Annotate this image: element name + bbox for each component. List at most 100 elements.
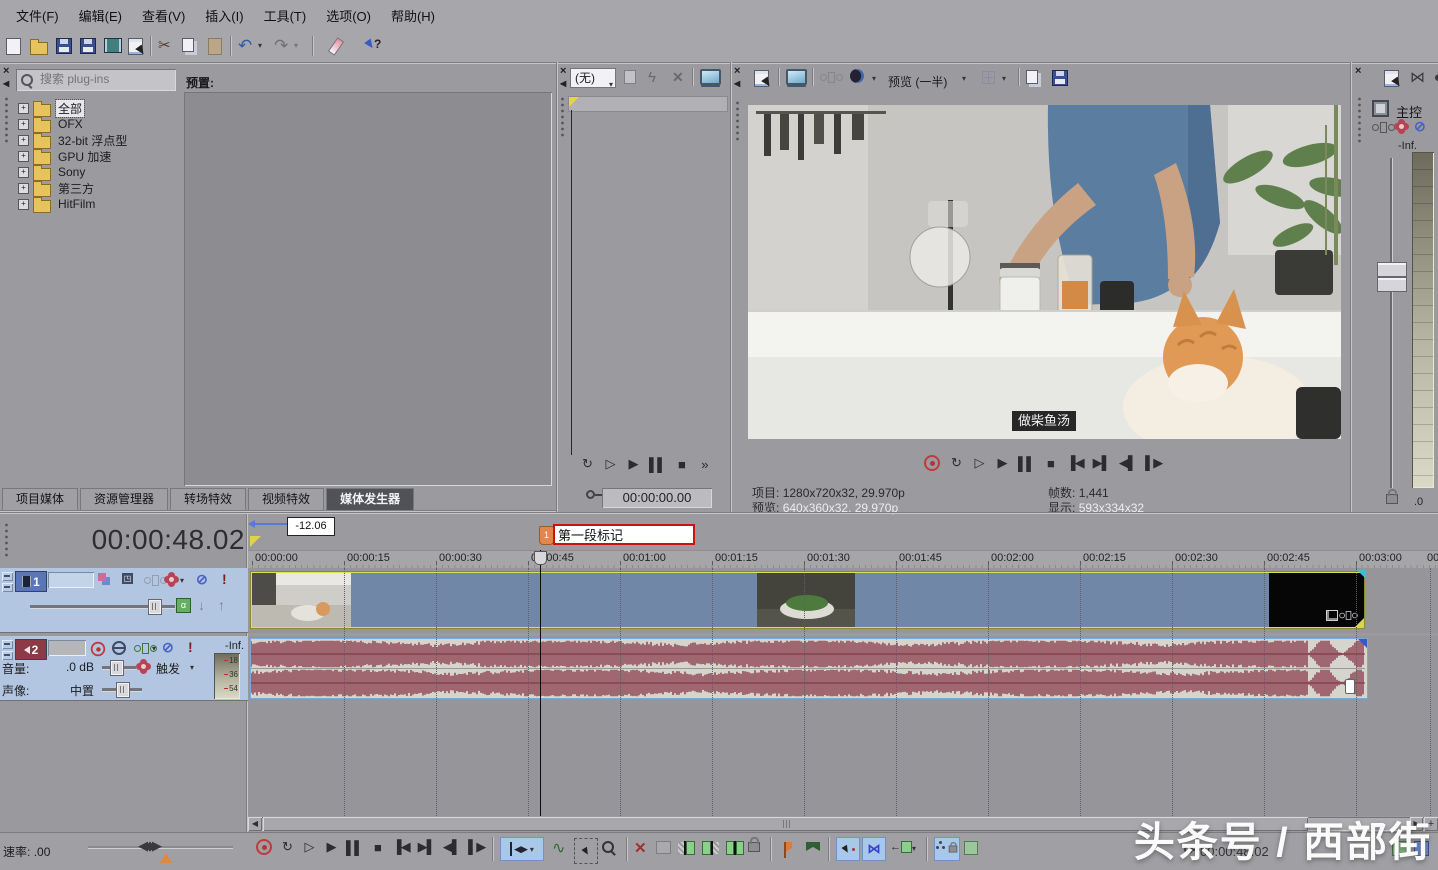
- insert-region-icon[interactable]: [806, 842, 820, 851]
- trim-end-icon[interactable]: [702, 841, 719, 855]
- record-button[interactable]: [256, 839, 272, 855]
- render-as-icon[interactable]: [104, 38, 122, 53]
- menu-item-1[interactable]: 编辑(E): [69, 3, 132, 28]
- tree-item-0[interactable]: +全部: [18, 100, 84, 116]
- insert-marker-icon[interactable]: [784, 842, 792, 853]
- automation-mode-label[interactable]: 触发: [156, 660, 180, 677]
- play-from-start-button[interactable]: ▷: [972, 455, 986, 471]
- external-monitor-icon[interactable]: [786, 69, 807, 85]
- play-from-start-button[interactable]: ▷: [302, 839, 316, 855]
- go-to-end-button[interactable]: ▶▌: [1093, 455, 1110, 471]
- grid-overlay-icon[interactable]: [982, 71, 995, 84]
- chevron-down-icon[interactable]: ▾: [962, 75, 966, 83]
- video-track-header[interactable]: 1 ◳ ▾ ⊘ ! α ↓ ↑: [0, 568, 248, 633]
- previous-frame-button[interactable]: ◀▌: [1119, 455, 1136, 471]
- automation-settings-icon[interactable]: [166, 574, 177, 585]
- tab-媒体发生器[interactable]: 媒体发生器: [326, 488, 414, 510]
- track-fx-icon[interactable]: [144, 575, 167, 586]
- chevron-down-icon[interactable]: ▾: [872, 75, 876, 83]
- redo-dropdown-icon[interactable]: ▾: [294, 42, 298, 50]
- fx-cursor-timecode[interactable]: 00:00:00.00: [602, 488, 712, 508]
- close-icon[interactable]: ×: [734, 66, 740, 77]
- split-event-icon[interactable]: [726, 841, 744, 855]
- restore-track-icon[interactable]: [2, 583, 13, 592]
- open-icon[interactable]: [30, 38, 48, 55]
- chevron-down-icon[interactable]: ▾: [1002, 75, 1006, 83]
- loop-button[interactable]: ↻: [280, 839, 294, 855]
- master-fader-handle[interactable]: [1377, 262, 1407, 277]
- stop-button[interactable]: ■: [1043, 456, 1057, 471]
- lock-fader-icon[interactable]: [1386, 494, 1398, 504]
- pan-value[interactable]: 中置: [36, 682, 94, 699]
- tree-item-3[interactable]: +GPU 加速: [18, 148, 113, 164]
- insert-bus-icon[interactable]: ⋈: [1410, 70, 1425, 85]
- enable-snapping-button[interactable]: [836, 837, 860, 861]
- close-icon[interactable]: ×: [3, 66, 9, 77]
- tree-expander-icon[interactable]: +: [18, 183, 29, 194]
- new-project-icon[interactable]: [6, 38, 21, 55]
- automation-gear-icon[interactable]: [138, 661, 149, 672]
- event-corner-handle[interactable]: [1358, 639, 1367, 648]
- play-button[interactable]: ▶: [995, 455, 1009, 471]
- trimmer-icon[interactable]: [656, 841, 671, 854]
- edit-point-marker[interactable]: [250, 536, 261, 547]
- invert-phase-icon[interactable]: [112, 641, 126, 655]
- rate-shuttle-handle[interactable]: ◀◆▶: [138, 838, 159, 854]
- scroll-left-icon[interactable]: ◀: [248, 817, 262, 831]
- split-screen-view-icon[interactable]: [850, 69, 864, 83]
- video-track-number[interactable]: 1: [15, 571, 47, 592]
- panel-grip[interactable]: [1357, 96, 1362, 144]
- bypass-motion-blur-icon[interactable]: [98, 573, 106, 581]
- pan-handle[interactable]: [116, 682, 130, 698]
- save-snapshot-icon[interactable]: [1052, 70, 1068, 86]
- panel-grip[interactable]: [560, 96, 565, 138]
- insert-fx-icon[interactable]: ◖: [1432, 70, 1438, 85]
- panel-grip[interactable]: [735, 100, 740, 142]
- animate-icon[interactable]: [624, 70, 636, 84]
- keyframe-strip[interactable]: [568, 96, 728, 112]
- automation-gear-icon[interactable]: [1396, 121, 1407, 132]
- pan-crop-icon[interactable]: [1326, 610, 1338, 621]
- timeline-cursor-timecode[interactable]: 00:00:48.02: [40, 524, 245, 556]
- audio-track-number[interactable]: 2: [15, 639, 47, 660]
- redo-icon[interactable]: ↷: [274, 37, 288, 54]
- minimize-track-icon[interactable]: [2, 640, 13, 649]
- plugin-search-input[interactable]: [38, 71, 172, 87]
- dock-icon[interactable]: ◀: [3, 80, 9, 88]
- tree-expander-icon[interactable]: +: [18, 135, 29, 146]
- rate-reset-marker[interactable]: [160, 853, 172, 863]
- presets-area[interactable]: [184, 92, 552, 486]
- keyframe-marker[interactable]: [569, 97, 579, 107]
- dock-icon[interactable]: ◀: [734, 80, 740, 88]
- audio-event[interactable]: [250, 638, 1368, 699]
- marker-name-input[interactable]: [553, 524, 695, 545]
- record-button[interactable]: [924, 455, 940, 471]
- compositing-mode-icon[interactable]: α: [176, 598, 191, 613]
- gain-envelope-handle[interactable]: [1345, 679, 1355, 694]
- make-compositing-parent-icon[interactable]: ↑: [218, 598, 225, 612]
- remove-plugin-icon[interactable]: ✕: [672, 70, 684, 84]
- envelope-tool-icon[interactable]: ∿: [552, 841, 565, 857]
- playhead-line[interactable]: [540, 550, 541, 816]
- playhead-handle[interactable]: [534, 551, 547, 565]
- delete-icon[interactable]: ✕: [634, 841, 647, 856]
- chevron-down-icon[interactable]: ▾: [152, 645, 156, 653]
- tree-expander-icon[interactable]: +: [18, 151, 29, 162]
- tab-视频特效[interactable]: 视频特效: [248, 488, 324, 510]
- next-frame-button[interactable]: ▌▶: [1145, 455, 1162, 471]
- tab-转场特效[interactable]: 转场特效: [170, 488, 246, 510]
- save-as-icon[interactable]: [80, 38, 96, 54]
- tree-item-4[interactable]: +Sony: [18, 164, 87, 180]
- master-fx-icon[interactable]: [1372, 122, 1395, 133]
- stop-button[interactable]: ■: [370, 840, 384, 855]
- cut-icon[interactable]: ✂: [158, 38, 171, 53]
- mute-icon[interactable]: ⊘: [162, 640, 174, 654]
- lock-event-icon[interactable]: [748, 842, 760, 852]
- undo-icon[interactable]: ↶: [238, 37, 252, 54]
- tree-expander-icon[interactable]: +: [18, 103, 29, 114]
- menu-item-6[interactable]: 帮助(H): [381, 3, 445, 28]
- empty-timeline-area[interactable]: [248, 701, 1438, 816]
- trim-start-icon[interactable]: [678, 841, 695, 855]
- plugin-icon[interactable]: ϟ: [648, 70, 656, 85]
- previous-frame-button[interactable]: ◀▌: [443, 839, 460, 855]
